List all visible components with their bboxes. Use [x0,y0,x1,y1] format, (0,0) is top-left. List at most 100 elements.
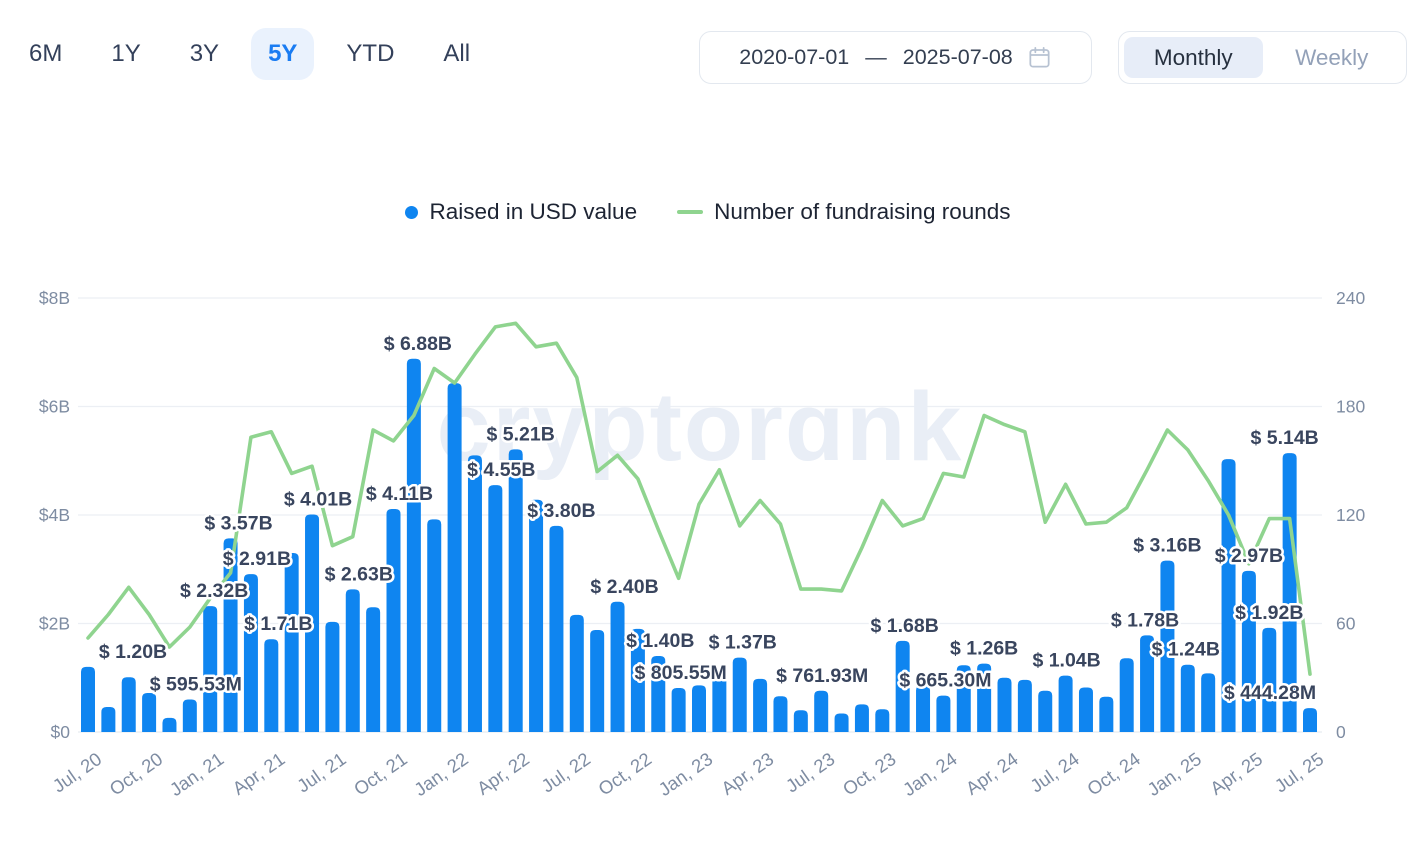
bar-Jan, 24[interactable] [936,696,950,732]
bar-May, 25[interactable] [1262,628,1276,732]
bar-Oct, 24[interactable] [1120,658,1134,732]
date-range-end: 2025-07-08 [903,45,1013,70]
bar-value-label: $ 2.91B [223,548,291,570]
bar-May, 21[interactable] [285,553,299,732]
bar-Feb, 25[interactable] [1201,673,1215,732]
tab-6m[interactable]: 6M [12,28,79,80]
bar-Aug, 23[interactable] [835,714,849,732]
bar-Jul, 23[interactable] [814,691,828,732]
bar-Jul, 25[interactable] [1303,708,1317,732]
x-tick-label: Oct, 24 [1083,748,1144,799]
bar-Jan, 21[interactable] [203,606,217,732]
left-axis-label: $0 [51,722,71,742]
bar-Dec, 20[interactable] [183,699,197,732]
bar-value-label: $ 2.32B [180,580,248,602]
bar-Mar, 22[interactable] [488,485,502,732]
bar-value-label: $ 6.88B [384,333,452,355]
chart-legend: Raised in USD value Number of fundraisin… [0,199,1416,225]
bar-Sep, 23[interactable] [855,704,869,732]
bar-Dec, 22[interactable] [672,688,686,732]
bar-Dec, 21[interactable] [427,519,441,732]
granularity-toggle: Monthly Weekly [1118,31,1407,84]
bar-value-label: $ 3.80B [527,500,595,522]
bar-Jul, 21[interactable] [325,622,339,732]
left-axis-label: $4B [39,505,70,525]
bar-value-label: $ 1.04B [1032,650,1100,672]
bar-Sep, 21[interactable] [366,607,380,732]
x-tick-label: Apr, 22 [473,748,533,799]
bar-value-label: $ 665.30M [899,670,991,692]
bar-Jan, 25[interactable] [1181,665,1195,732]
x-tick-label: Jul, 25 [1271,748,1328,796]
bar-Oct, 20[interactable] [142,693,156,732]
x-tick-label: Jul, 23 [782,748,839,796]
toggle-monthly[interactable]: Monthly [1124,37,1263,78]
tab-all[interactable]: All [426,28,487,80]
bar-value-label: $ 1.92B [1235,602,1303,624]
bar-Dec, 23[interactable] [916,685,930,732]
bar-Apr, 24[interactable] [998,678,1012,732]
bar-May, 24[interactable] [1018,680,1032,732]
legend-label: Number of fundraising rounds [714,199,1010,225]
bar-Apr, 25[interactable] [1242,571,1256,732]
x-tick-label: Jul, 20 [49,748,106,796]
x-tick-label: Apr, 25 [1206,748,1266,799]
bar-Aug, 20[interactable] [101,707,115,732]
bar-Jan, 22[interactable] [448,383,462,732]
bar-Feb, 23[interactable] [712,677,726,732]
toggle-weekly[interactable]: Weekly [1263,37,1402,78]
right-axis-label: 240 [1336,288,1365,308]
bar-value-label: $ 1.37B [709,632,777,654]
crypto-fundraising-dashboard: 6M 1Y 3Y 5Y YTD All 2020-07-01 — 2025-07… [0,0,1416,865]
bar-Sep, 20[interactable] [122,677,136,732]
bar-Jan, 23[interactable] [692,685,706,732]
bar-Jul, 20[interactable] [81,667,95,732]
bar-Oct, 23[interactable] [875,709,889,732]
bar-Jun, 23[interactable] [794,710,808,732]
tab-1y[interactable]: 1Y [94,28,157,80]
calendar-icon[interactable] [1027,45,1052,70]
bar-value-label: $ 3.16B [1133,535,1201,557]
x-tick-label: Oct, 22 [594,748,655,799]
bar-value-label: $ 2.63B [325,563,393,585]
bar-Oct, 21[interactable] [387,509,401,732]
right-axis-label: 60 [1336,614,1356,634]
tab-ytd[interactable]: YTD [329,28,411,80]
tab-3y[interactable]: 3Y [173,28,236,80]
bar-Aug, 21[interactable] [346,589,360,732]
bar-Apr, 22[interactable] [509,449,523,732]
bar-value-label: $ 805.55M [635,662,727,684]
bar-value-label: $ 761.93M [776,665,868,687]
bar-value-label: $ 595.53M [150,673,242,695]
bar-Jun, 24[interactable] [1038,691,1052,732]
bar-Sep, 24[interactable] [1099,697,1113,732]
chart-canvas[interactable]: cryptorɑnk$8B$6B$4B$2B$0240180120600Jul,… [0,250,1416,862]
bar-value-label: $ 2.40B [590,576,658,598]
bar-value-label: $ 444.28M [1224,682,1316,704]
bar-Sep, 22[interactable] [611,602,625,732]
x-tick-label: Oct, 23 [839,748,900,799]
bar-Aug, 22[interactable] [590,630,604,732]
bar-Feb, 22[interactable] [468,455,482,732]
bar-Aug, 24[interactable] [1079,688,1093,732]
legend-item-raised[interactable]: Raised in USD value [405,199,637,225]
blue-dot-icon [405,206,418,219]
bar-Apr, 21[interactable] [264,639,278,732]
green-line-icon [677,210,703,214]
date-range-separator: — [863,45,889,70]
bar-Nov, 20[interactable] [162,718,176,732]
bar-value-label: $ 3.57B [204,512,272,534]
bar-May, 22[interactable] [529,500,543,732]
x-tick-label: Oct, 20 [105,748,166,799]
bar-May, 23[interactable] [773,696,787,732]
bar-Jul, 24[interactable] [1059,676,1073,732]
tab-5y[interactable]: 5Y [251,28,314,80]
bar-Apr, 23[interactable] [753,679,767,732]
bar-Mar, 23[interactable] [733,658,747,732]
date-range-picker[interactable]: 2020-07-01 — 2025-07-08 [699,31,1092,84]
legend-item-rounds[interactable]: Number of fundraising rounds [677,199,1010,225]
legend-label: Raised in USD value [429,199,637,225]
bar-Jun, 22[interactable] [549,526,563,732]
bar-Jul, 22[interactable] [570,615,584,732]
x-tick-label: Oct, 21 [350,748,411,799]
